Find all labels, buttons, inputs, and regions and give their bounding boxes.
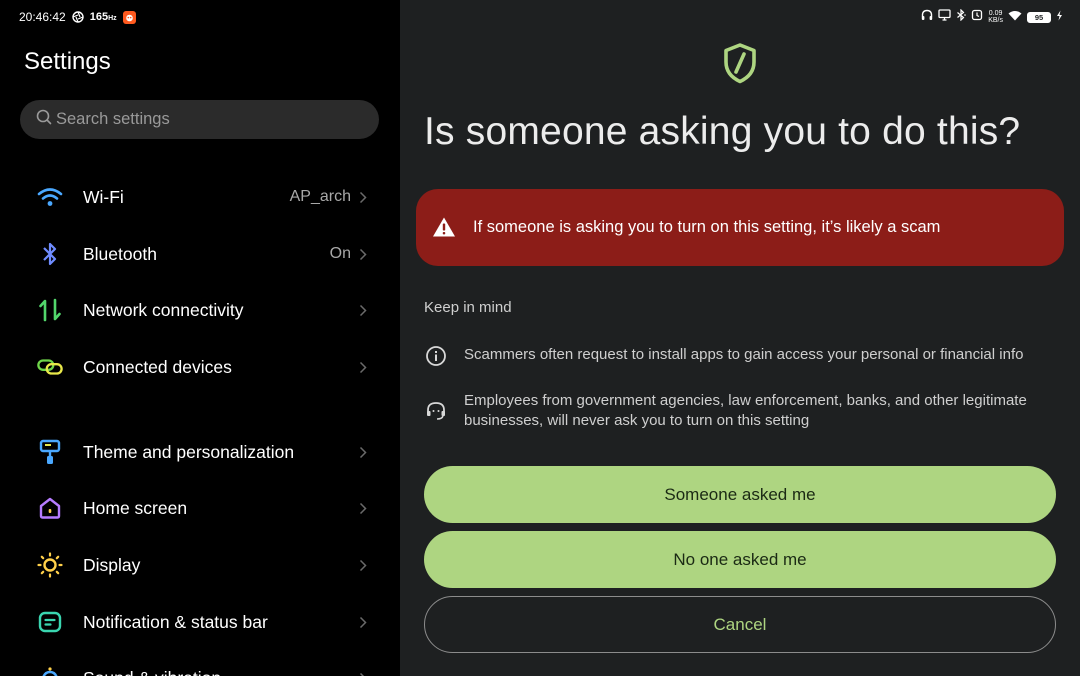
chevron-right-icon <box>358 247 368 261</box>
search-icon <box>36 109 52 130</box>
settings-item-value: On <box>329 245 351 262</box>
chevron-right-icon <box>358 671 368 676</box>
settings-item-label: Connected devices <box>83 356 232 377</box>
chevron-right-icon <box>358 445 368 459</box>
settings-item-wifi[interactable]: Wi-Fi AP_arch <box>0 171 400 223</box>
chevron-right-icon <box>358 615 368 629</box>
chevron-right-icon <box>358 558 368 572</box>
search-bar[interactable] <box>20 100 379 139</box>
settings-item-theme[interactable]: Theme and personalization <box>0 426 400 478</box>
chevron-right-icon <box>358 501 368 515</box>
settings-item-label: Sound & vibration <box>83 668 221 676</box>
headphones-icon <box>921 8 933 26</box>
sun-icon <box>37 552 63 578</box>
status-time: 20:46:42 <box>19 10 66 24</box>
settings-item-home-screen[interactable]: Home screen <box>0 482 400 534</box>
settings-item-label: Display <box>83 554 141 575</box>
settings-pane: 20:46:42 165Hz Settings Wi-Fi AP_arch <box>0 0 400 676</box>
settings-item-notifications[interactable]: Notification & status bar <box>0 596 400 648</box>
tip-item: Scammers often request to install apps t… <box>424 344 1054 368</box>
settings-item-value: AP_arch <box>289 188 351 205</box>
linked-rings-icon <box>37 354 63 380</box>
settings-item-connected-devices[interactable]: Connected devices <box>0 341 400 393</box>
refresh-rate: 165Hz <box>89 11 117 23</box>
screen: 20:46:42 165Hz Settings Wi-Fi AP_arch <box>0 0 1080 676</box>
settings-item-label: Notification & status bar <box>83 611 268 632</box>
no-one-asked-button[interactable]: No one asked me <box>424 531 1056 588</box>
notification-icon <box>37 609 63 635</box>
settings-item-sound[interactable]: Sound & vibration <box>0 652 400 676</box>
someone-asked-button[interactable]: Someone asked me <box>424 466 1056 523</box>
battery-icon: 95 <box>1027 11 1051 23</box>
page-title: Settings <box>24 48 111 75</box>
scam-warning-dialog: 0.09 KB/s 95 Is someone asking you to do … <box>400 0 1080 676</box>
chevron-right-icon <box>358 360 368 374</box>
cast-icon <box>938 8 951 26</box>
bluetooth-icon <box>37 241 63 267</box>
warning-text: If someone is asking you to turn on this… <box>473 218 941 236</box>
scam-warning-banner: If someone is asking you to turn on this… <box>416 189 1064 266</box>
sound-icon <box>37 665 63 676</box>
settings-item-display[interactable]: Display <box>0 539 400 591</box>
settings-item-label: Bluetooth <box>83 243 157 264</box>
wifi-icon <box>1008 8 1022 26</box>
settings-item-label: Network connectivity <box>83 299 244 320</box>
dialog-title: Is someone asking you to do this? <box>424 110 1021 153</box>
search-input[interactable] <box>56 110 356 129</box>
settings-item-label: Home screen <box>83 497 188 518</box>
settings-item-network[interactable]: Network connectivity <box>0 284 400 336</box>
net-speed: 0.09 KB/s <box>988 10 1003 24</box>
bluetooth-icon <box>956 8 967 26</box>
paint-roller-icon <box>37 439 63 465</box>
alarm-icon <box>971 8 983 26</box>
status-bar-right: 0.09 KB/s 95 <box>921 8 1063 26</box>
tip-text: Employees from government agencies, law … <box>464 392 1027 429</box>
settings-item-bluetooth[interactable]: Bluetooth On <box>0 228 400 280</box>
chevron-right-icon <box>358 303 368 317</box>
aperture-icon <box>72 11 84 23</box>
keep-in-mind-heading: Keep in mind <box>424 299 512 316</box>
support-agent-icon <box>427 402 445 420</box>
chevron-right-icon <box>358 190 368 204</box>
charging-icon <box>1056 8 1063 26</box>
shield-icon <box>724 43 756 84</box>
info-icon <box>426 346 446 366</box>
warning-triangle-icon <box>433 217 455 237</box>
home-icon <box>37 495 63 521</box>
tip-item: Employees from government agencies, law … <box>424 390 1054 434</box>
settings-item-label: Theme and personalization <box>83 441 295 462</box>
tip-text: Scammers often request to install apps t… <box>464 346 1024 363</box>
cancel-button[interactable]: Cancel <box>424 596 1056 653</box>
status-bar-left: 20:46:42 165Hz <box>19 8 136 26</box>
wifi-icon <box>37 184 63 210</box>
app-notification-icon <box>122 10 136 24</box>
settings-item-label: Wi-Fi <box>83 186 124 207</box>
network-arrows-icon <box>37 297 63 323</box>
